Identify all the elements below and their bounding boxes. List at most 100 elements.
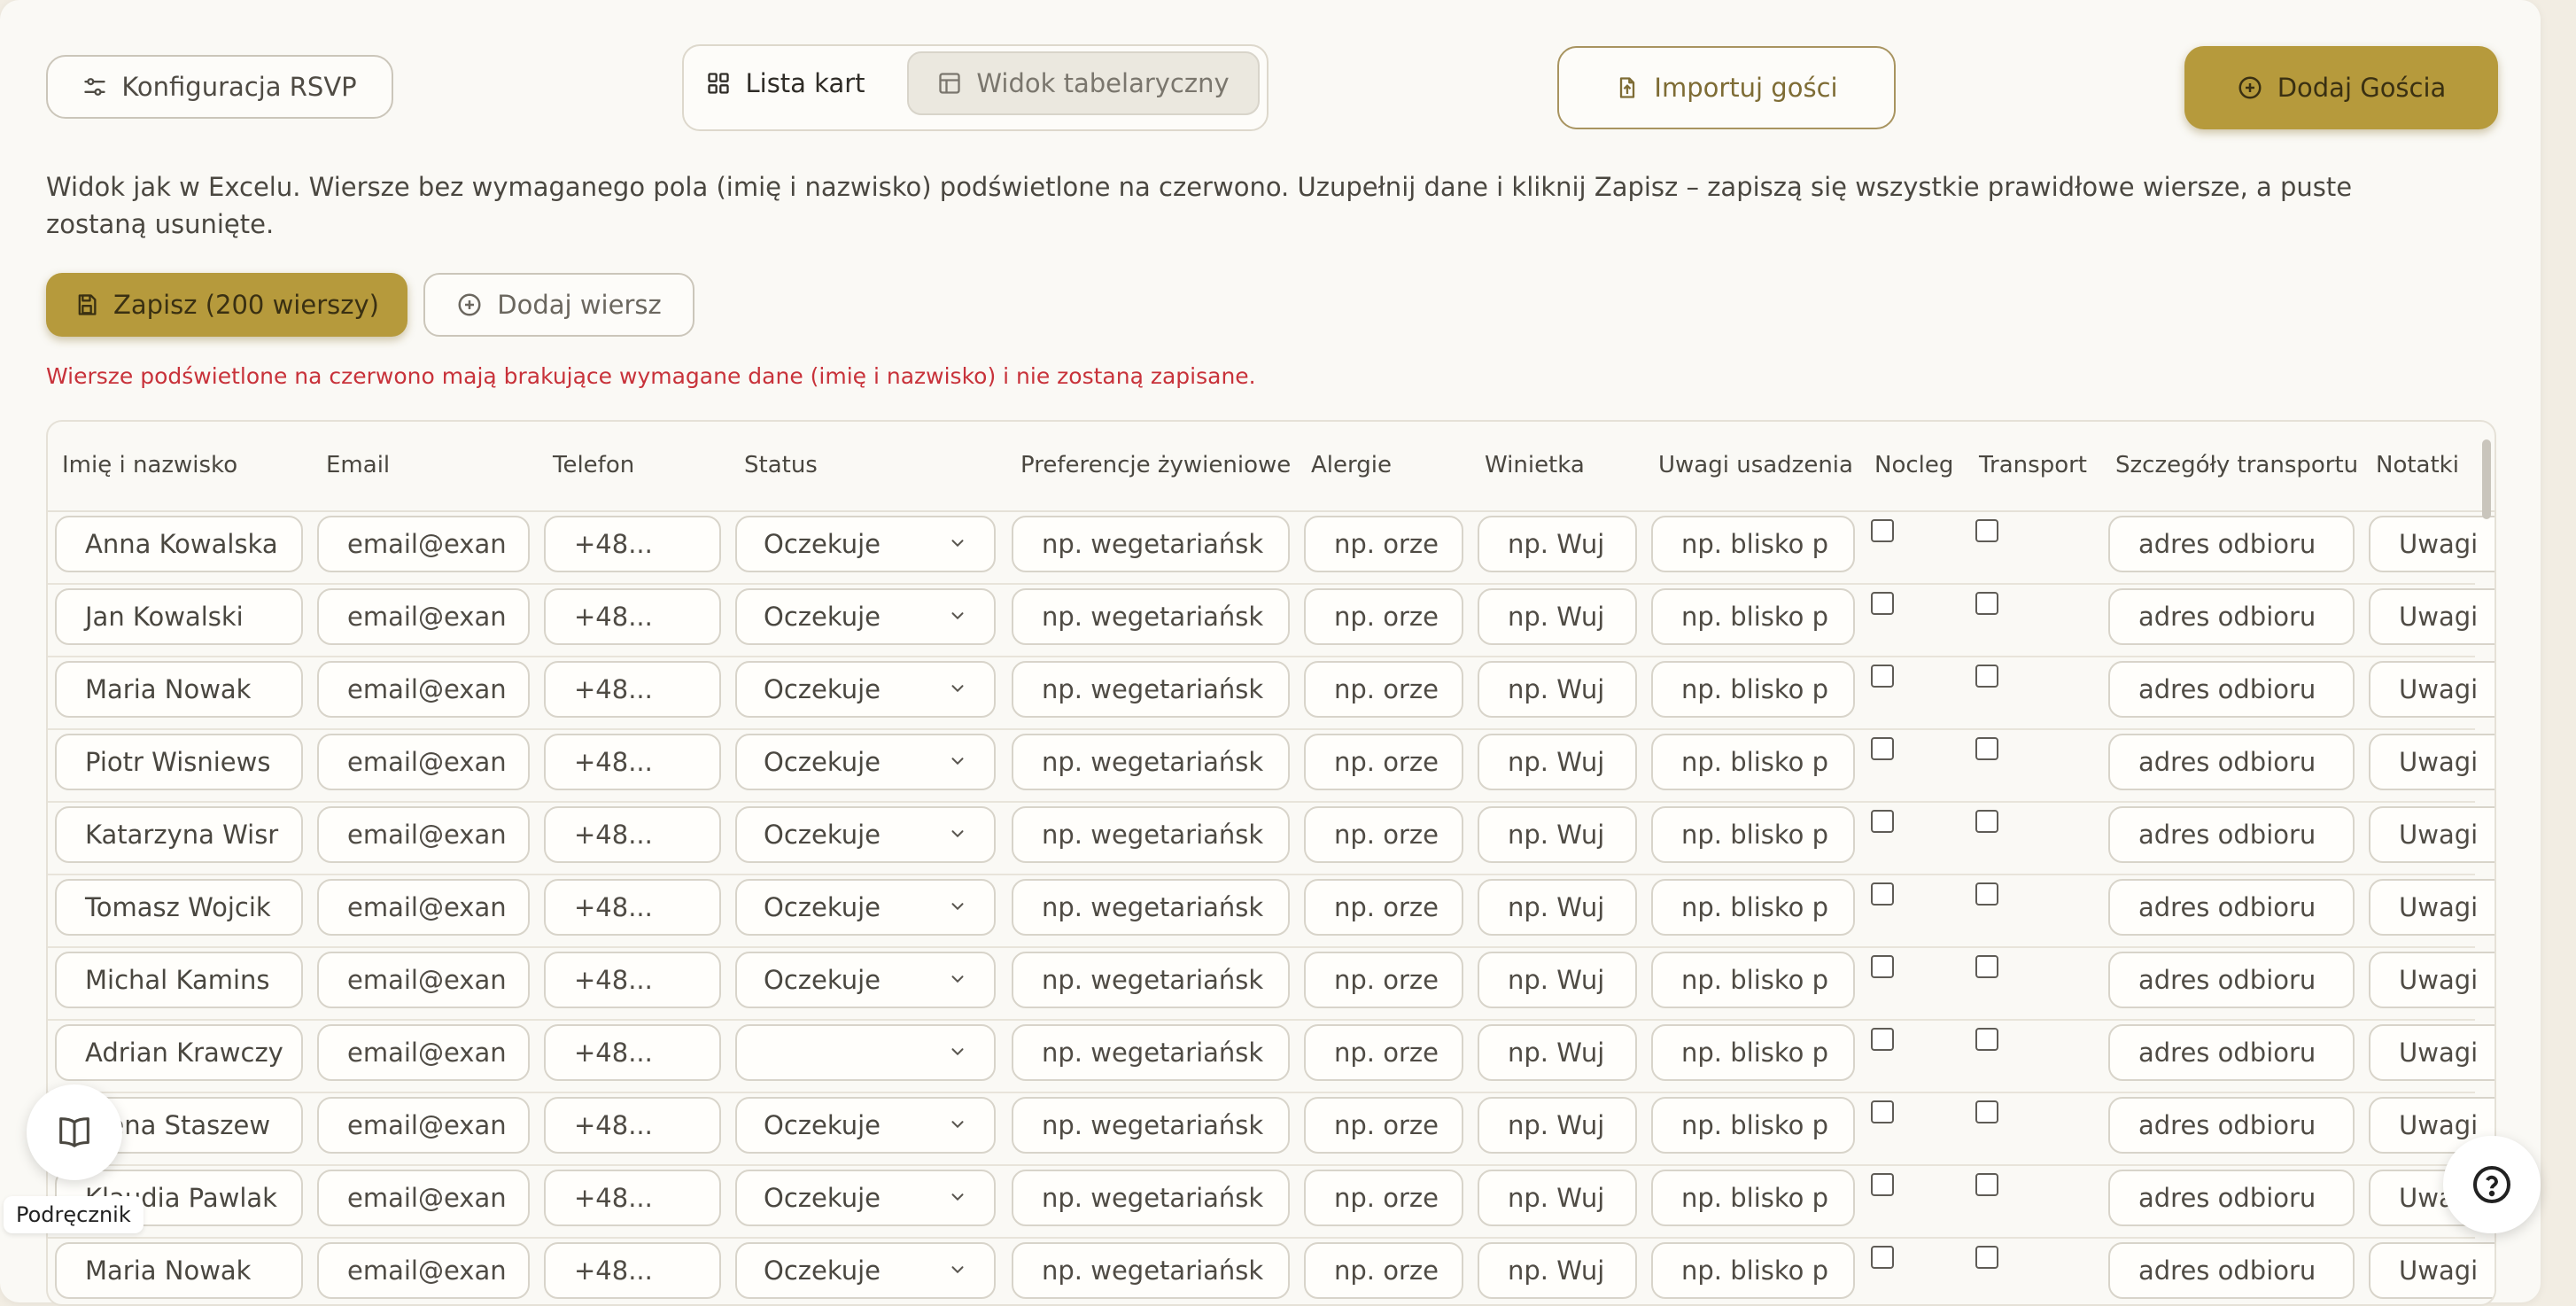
seating-input[interactable]: np. blisko p [1651, 734, 1855, 790]
allergy-input[interactable]: np. orze [1304, 952, 1463, 1008]
phone-input[interactable]: +48... [544, 516, 721, 572]
name-input[interactable]: Maria Nowak [55, 1242, 303, 1299]
transport-checkbox[interactable] [1975, 519, 1998, 542]
transport-checkbox[interactable] [1975, 665, 1998, 688]
allergy-input[interactable]: np. orze [1304, 734, 1463, 790]
seating-input[interactable]: np. blisko p [1651, 661, 1855, 718]
status-select[interactable]: Oczekuje [735, 661, 996, 718]
transport-details-input[interactable]: adres odbioru [2108, 1097, 2355, 1154]
name-input[interactable]: Tomasz Wojcik [55, 879, 303, 936]
transport-details-input[interactable]: adres odbioru [2108, 1242, 2355, 1299]
accommodation-checkbox[interactable] [1871, 1100, 1894, 1123]
name-input[interactable]: Jan Kowalski [55, 588, 303, 645]
status-select[interactable]: Oczekuje [735, 1242, 996, 1299]
diet-input[interactable]: np. wegetariańsk [1012, 516, 1290, 572]
notes-input[interactable]: Uwagi [2369, 952, 2495, 1008]
label-input[interactable]: np. Wuj [1478, 1097, 1637, 1154]
allergy-input[interactable]: np. orze [1304, 661, 1463, 718]
notes-input[interactable]: Uwagi [2369, 879, 2495, 936]
accommodation-checkbox[interactable] [1871, 955, 1894, 978]
label-input[interactable]: np. Wuj [1478, 879, 1637, 936]
status-select[interactable]: Oczekuje [735, 952, 996, 1008]
email-input[interactable]: email@exan [317, 516, 530, 572]
notes-input[interactable]: Uwagi [2369, 806, 2495, 863]
email-input[interactable]: email@exan [317, 661, 530, 718]
transport-checkbox[interactable] [1975, 810, 1998, 833]
status-select[interactable]: Oczekuje [735, 588, 996, 645]
seating-input[interactable]: np. blisko p [1651, 879, 1855, 936]
accommodation-checkbox[interactable] [1871, 882, 1894, 906]
accommodation-checkbox[interactable] [1871, 810, 1894, 833]
name-input[interactable]: Piotr Wisniews [55, 734, 303, 790]
status-select[interactable]: Oczekuje [735, 516, 996, 572]
status-select[interactable]: Oczekuje [735, 879, 996, 936]
transport-details-input[interactable]: adres odbioru [2108, 806, 2355, 863]
transport-details-input[interactable]: adres odbioru [2108, 588, 2355, 645]
email-input[interactable]: email@exan [317, 879, 530, 936]
transport-checkbox[interactable] [1975, 1028, 1998, 1051]
transport-checkbox[interactable] [1975, 1173, 1998, 1196]
diet-input[interactable]: np. wegetariańsk [1012, 1170, 1290, 1226]
label-input[interactable]: np. Wuj [1478, 734, 1637, 790]
diet-input[interactable]: np. wegetariańsk [1012, 661, 1290, 718]
add-guest-button[interactable]: Dodaj Gościa [2184, 46, 2498, 129]
allergy-input[interactable]: np. orze [1304, 1024, 1463, 1081]
diet-input[interactable]: np. wegetariańsk [1012, 806, 1290, 863]
phone-input[interactable]: +48... [544, 588, 721, 645]
table-scrollbar[interactable] [2482, 439, 2491, 519]
notes-input[interactable]: Uwagi [2369, 734, 2495, 790]
email-input[interactable]: email@exan [317, 1097, 530, 1154]
name-input[interactable]: Adrian Krawczy [55, 1024, 303, 1081]
transport-details-input[interactable]: adres odbioru [2108, 516, 2355, 572]
email-input[interactable]: email@exan [317, 588, 530, 645]
diet-input[interactable]: np. wegetariańsk [1012, 588, 1290, 645]
email-input[interactable]: email@exan [317, 806, 530, 863]
status-select[interactable]: Oczekuje [735, 734, 996, 790]
diet-input[interactable]: np. wegetariańsk [1012, 1097, 1290, 1154]
name-input[interactable]: Maria Nowak [55, 661, 303, 718]
phone-input[interactable]: +48... [544, 1024, 721, 1081]
name-input[interactable]: Michal Kamins [55, 952, 303, 1008]
accommodation-checkbox[interactable] [1871, 1173, 1894, 1196]
diet-input[interactable]: np. wegetariańsk [1012, 1242, 1290, 1299]
name-input[interactable]: Anna Kowalska [55, 516, 303, 572]
status-select[interactable]: Oczekuje [735, 1170, 996, 1226]
label-input[interactable]: np. Wuj [1478, 661, 1637, 718]
label-input[interactable]: np. Wuj [1478, 1170, 1637, 1226]
seating-input[interactable]: np. blisko p [1651, 1242, 1855, 1299]
diet-input[interactable]: np. wegetariańsk [1012, 1024, 1290, 1081]
add-row-button[interactable]: Dodaj wiersz [423, 273, 694, 337]
diet-input[interactable]: np. wegetariańsk [1012, 952, 1290, 1008]
transport-checkbox[interactable] [1975, 1100, 1998, 1123]
tab-table-view[interactable]: Widok tabelaryczny [907, 51, 1260, 115]
import-guests-button[interactable]: Importuj gości [1557, 46, 1896, 129]
email-input[interactable]: email@exan [317, 1024, 530, 1081]
transport-details-input[interactable]: adres odbioru [2108, 952, 2355, 1008]
notes-input[interactable]: Uwagi [2369, 516, 2495, 572]
seating-input[interactable]: np. blisko p [1651, 516, 1855, 572]
seating-input[interactable]: np. blisko p [1651, 588, 1855, 645]
allergy-input[interactable]: np. orze [1304, 879, 1463, 936]
phone-input[interactable]: +48... [544, 952, 721, 1008]
tab-card-list[interactable]: Lista kart [702, 51, 870, 115]
status-select[interactable]: Oczekuje [735, 1097, 996, 1154]
transport-details-input[interactable]: adres odbioru [2108, 1024, 2355, 1081]
transport-checkbox[interactable] [1975, 955, 1998, 978]
phone-input[interactable]: +48... [544, 661, 721, 718]
diet-input[interactable]: np. wegetariańsk [1012, 879, 1290, 936]
seating-input[interactable]: np. blisko p [1651, 1024, 1855, 1081]
diet-input[interactable]: np. wegetariańsk [1012, 734, 1290, 790]
accommodation-checkbox[interactable] [1871, 519, 1894, 542]
accommodation-checkbox[interactable] [1871, 1246, 1894, 1269]
status-select[interactable]: Oczekuje [735, 806, 996, 863]
allergy-input[interactable]: np. orze [1304, 516, 1463, 572]
transport-checkbox[interactable] [1975, 882, 1998, 906]
accommodation-checkbox[interactable] [1871, 592, 1894, 615]
phone-input[interactable]: +48... [544, 734, 721, 790]
seating-input[interactable]: np. blisko p [1651, 806, 1855, 863]
transport-details-input[interactable]: adres odbioru [2108, 1170, 2355, 1226]
seating-input[interactable]: np. blisko p [1651, 1097, 1855, 1154]
accommodation-checkbox[interactable] [1871, 737, 1894, 760]
label-input[interactable]: np. Wuj [1478, 1242, 1637, 1299]
email-input[interactable]: email@exan [317, 952, 530, 1008]
